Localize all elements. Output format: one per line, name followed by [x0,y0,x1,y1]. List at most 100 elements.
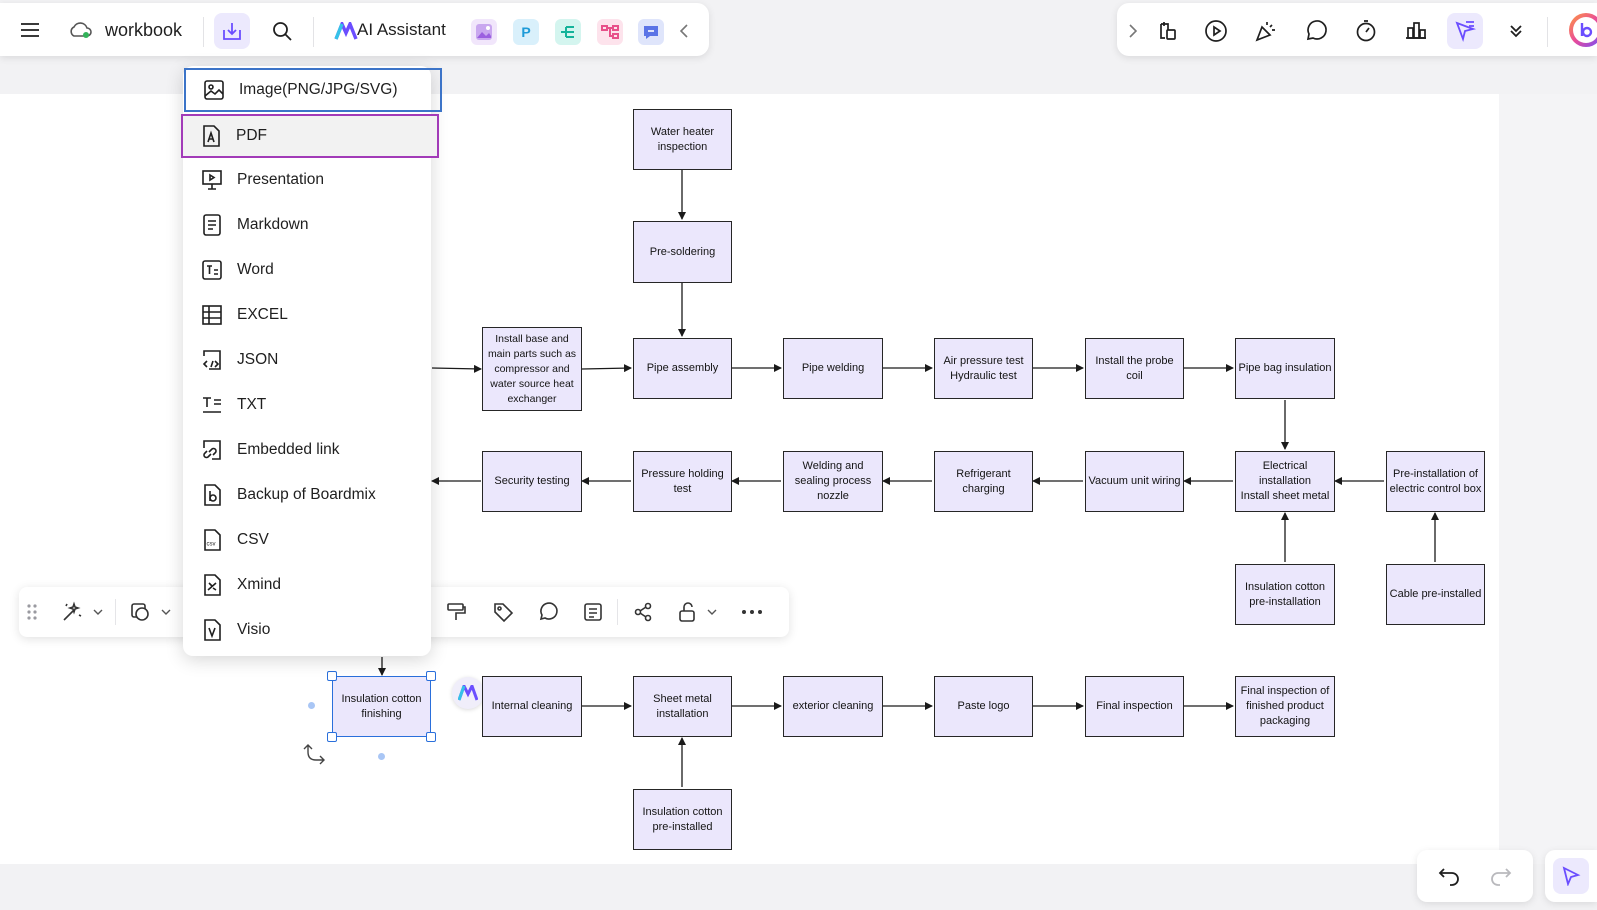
export-boardmix-backup-item[interactable]: Backup of Boardmix [183,474,431,516]
flow-node[interactable]: Final inspection [1085,676,1184,737]
shape-icon[interactable] [127,599,153,625]
menu-item-label: Embedded link [237,441,340,458]
timer-icon[interactable] [1348,13,1384,49]
select-tool[interactable] [1545,850,1597,902]
boardmix-icon [204,484,221,506]
csv-icon: csv [204,529,221,551]
ai-mindmap-icon[interactable] [555,19,581,45]
unlock-icon[interactable] [674,599,700,625]
export-embedded-link-item[interactable]: Embedded link [183,429,431,471]
export-pdf-item[interactable]: PDF [181,114,439,158]
flow-node[interactable]: Pre-soldering [633,221,732,283]
connection-point[interactable] [378,753,385,760]
flow-node[interactable]: Insulation cotton pre-installation [1235,564,1335,625]
flow-node[interactable]: Final inspection of finished product pac… [1235,676,1335,737]
export-xmind-item[interactable]: Xmind [183,564,431,606]
ai-presentation-icon[interactable]: P [513,19,539,45]
ai-magic-icon[interactable] [59,599,85,625]
excel-icon [202,305,222,325]
resize-handle[interactable] [426,671,436,681]
search-icon[interactable] [264,13,300,49]
export-markdown-item[interactable]: Markdown [183,204,431,246]
flow-node[interactable]: Air pressure test Hydraulic test [934,338,1033,399]
export-presentation-item[interactable]: Presentation [183,159,431,201]
expand-right-icon[interactable] [1121,13,1145,49]
connection-point[interactable] [308,702,315,709]
flow-node[interactable]: Insulation cotton pre-installed [633,789,732,850]
export-image-item[interactable]: Image(PNG/JPG/SVG) [184,68,442,112]
flow-node[interactable]: Refrigerant charging [934,451,1033,512]
flow-node[interactable]: Pipe assembly [633,338,732,399]
menu-item-label: Word [237,261,274,278]
chevron-down-icon[interactable] [703,599,721,625]
ai-assistant-icon[interactable] [452,677,484,709]
note-icon[interactable] [580,599,606,625]
template-icon[interactable] [1149,13,1185,49]
menu-item-label: Backup of Boardmix [237,486,376,503]
markdown-icon [203,214,221,236]
export-visio-item[interactable]: Visio [183,609,431,651]
image-icon [204,80,224,100]
toolbar-divider [313,17,314,47]
export-icon[interactable] [214,13,250,49]
menu-item-label: Presentation [237,171,325,188]
ai-chat-icon[interactable] [638,19,664,45]
export-txt-item[interactable]: TXT [183,384,431,426]
cloud-sync-icon [62,12,98,48]
comment-icon[interactable] [1298,13,1334,49]
flow-node[interactable]: Pipe welding [783,338,883,399]
toolbar-divider [115,599,116,625]
flow-node[interactable]: Internal cleaning [482,676,582,737]
flow-node[interactable]: Cable pre-installed [1386,564,1485,625]
format-painter-icon[interactable] [443,599,469,625]
chevron-down-icon[interactable] [89,599,107,625]
share-icon[interactable] [630,599,656,625]
export-menu: Image(PNG/JPG/SVG) PDF Presentation Mark… [181,66,442,656]
drag-handle-icon[interactable] [21,599,43,625]
flow-node[interactable]: Welding and sealing process nozzle [783,451,883,512]
celebrate-icon[interactable] [1248,13,1284,49]
document-title[interactable]: workbook [105,20,182,41]
flow-node[interactable]: Paste logo [934,676,1033,737]
export-json-item[interactable]: JSON [183,339,431,381]
follow-pointer-icon[interactable] [1447,13,1483,49]
resize-handle[interactable] [426,732,436,742]
flow-node[interactable]: Vacuum unit wiring [1085,451,1184,512]
export-word-item[interactable]: Word [183,249,431,291]
ai-image-icon[interactable] [471,19,497,45]
ai-assistant-label[interactable]: AI Assistant [357,20,446,40]
flow-node[interactable]: Install the probe coil [1085,338,1184,399]
menu-item-label: Markdown [237,216,309,233]
redo-icon[interactable] [1483,858,1519,894]
ai-flowchart-icon[interactable] [597,19,623,45]
undo-icon[interactable] [1431,858,1467,894]
xmind-icon [204,574,221,596]
menu-icon[interactable] [12,12,48,48]
flow-node-selected[interactable]: Insulation cotton finishing [332,676,431,737]
cursor-icon[interactable] [1553,858,1589,894]
resize-handle[interactable] [327,732,337,742]
tag-icon[interactable] [490,599,516,625]
flow-node[interactable]: Pressure holding test [633,451,732,512]
flow-node[interactable]: Pre-installation of electric control box [1386,451,1485,512]
flow-node[interactable]: Water heater inspection [633,109,732,170]
flow-node[interactable]: Sheet metal installation [633,676,732,737]
comment-icon[interactable] [535,599,561,625]
export-csv-item[interactable]: csv CSV [183,519,431,561]
flow-node[interactable]: Pipe bag insulation [1235,338,1335,399]
user-avatar[interactable] [1569,13,1597,47]
toolbar-divider [203,17,204,47]
chevron-down-icon[interactable] [157,599,175,625]
export-excel-item[interactable]: EXCEL [183,294,431,336]
resize-handle[interactable] [327,671,337,681]
more-icon[interactable] [739,599,765,625]
collapse-left-icon[interactable] [672,13,696,49]
flow-node[interactable]: Security testing [482,451,582,512]
menu-item-label: Xmind [237,576,281,593]
flow-node[interactable]: Electrical installation Install sheet me… [1235,451,1335,512]
flow-node[interactable]: Install base and main parts such as comp… [482,327,582,411]
vote-icon[interactable] [1398,13,1434,49]
double-chevron-down-icon[interactable] [1498,13,1534,49]
flow-node[interactable]: exterior cleaning [783,676,883,737]
play-icon[interactable] [1198,13,1234,49]
